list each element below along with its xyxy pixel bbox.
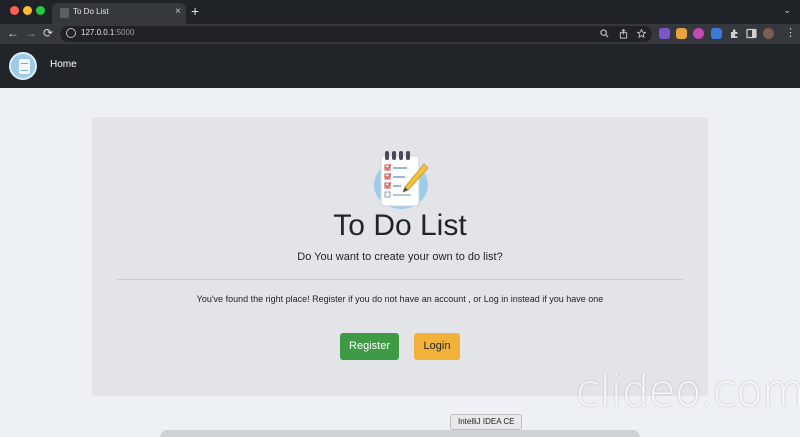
- profile-avatar[interactable]: [763, 28, 774, 39]
- screen: To Do List × + ⌄ ← → ⟳ 127.0.0.1:5000 ⋮ …: [0, 0, 800, 437]
- tab-title: To Do List: [73, 7, 109, 16]
- watermark-text: clideo.com: [576, 366, 800, 417]
- zoom-search-icon[interactable]: [600, 29, 609, 38]
- browser-toolbar: ← → ⟳ 127.0.0.1:5000 ⋮: [0, 24, 800, 44]
- extensions-puzzle-icon[interactable]: [729, 28, 740, 39]
- dock-edge: [160, 430, 640, 437]
- tab-search-chevron-icon[interactable]: ⌄: [783, 5, 791, 16]
- hero-jumbotron: To Do List Do You want to create your ow…: [92, 117, 708, 396]
- lead-text: Do You want to create your own to do lis…: [297, 251, 503, 263]
- address-bar[interactable]: 127.0.0.1:5000: [60, 26, 652, 42]
- divider: [117, 279, 683, 280]
- url-host: 127.0.0.1: [81, 28, 115, 37]
- url-text[interactable]: 127.0.0.1:5000: [81, 28, 134, 37]
- forward-arrow-icon[interactable]: →: [25, 26, 37, 40]
- notepad-logo-sheet: [19, 59, 30, 74]
- nav-link-home[interactable]: Home: [50, 59, 77, 70]
- translate-extension-icon[interactable]: [711, 28, 722, 39]
- page-title: To Do List: [333, 209, 467, 242]
- extension-icon-2[interactable]: [676, 28, 687, 39]
- extension-icon-3[interactable]: [693, 28, 704, 39]
- site-navbar: Home: [0, 44, 800, 88]
- browser-tab-strip: To Do List × + ⌄: [0, 0, 800, 24]
- description-text: You've found the right place! Register i…: [196, 294, 604, 304]
- site-info-icon[interactable]: [66, 28, 76, 38]
- login-button[interactable]: Login: [414, 333, 460, 360]
- share-icon[interactable]: [619, 29, 628, 39]
- reload-icon[interactable]: ⟳: [43, 26, 53, 40]
- tab-close-icon[interactable]: ×: [175, 6, 181, 18]
- todo-list-clipboard-icon: [374, 151, 429, 209]
- window-minimize-button[interactable]: [23, 6, 32, 15]
- window-zoom-button[interactable]: [36, 6, 45, 15]
- browser-tab[interactable]: To Do List ×: [52, 3, 186, 24]
- window-close-button[interactable]: [10, 6, 19, 15]
- dock-tooltip: IntelliJ IDEA CE: [450, 414, 523, 430]
- page-favicon-icon: [60, 8, 69, 18]
- side-panel-icon[interactable]: [746, 28, 757, 39]
- new-tab-icon[interactable]: +: [191, 3, 199, 19]
- register-button[interactable]: Register: [340, 333, 399, 360]
- back-arrow-icon[interactable]: ←: [7, 26, 19, 40]
- notepad-logo-icon[interactable]: [9, 52, 37, 80]
- url-port: :5000: [114, 28, 135, 37]
- extension-icon-1[interactable]: [659, 28, 670, 39]
- bookmark-star-icon[interactable]: [637, 29, 646, 38]
- browser-menu-icon[interactable]: ⋮: [785, 26, 796, 40]
